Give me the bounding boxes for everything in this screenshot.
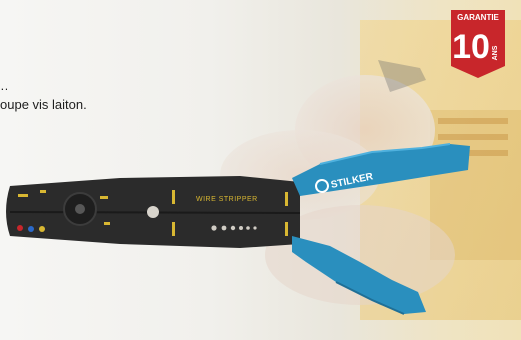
warranty-number: 10 — [452, 28, 490, 66]
product-image: … oupe vis laiton. WIRE STRIPPER — [0, 0, 521, 340]
lower-handle — [292, 236, 426, 314]
warranty-unit: ANS — [492, 45, 499, 60]
wire-stripper-tool: WIRE STRIPPER STILKER — [6, 143, 470, 315]
stripper-label: WIRE STRIPPER — [196, 196, 258, 203]
warranty-badge: GARANTIE 10 ANS — [451, 10, 505, 78]
warranty-label: GARANTIE — [457, 13, 499, 22]
